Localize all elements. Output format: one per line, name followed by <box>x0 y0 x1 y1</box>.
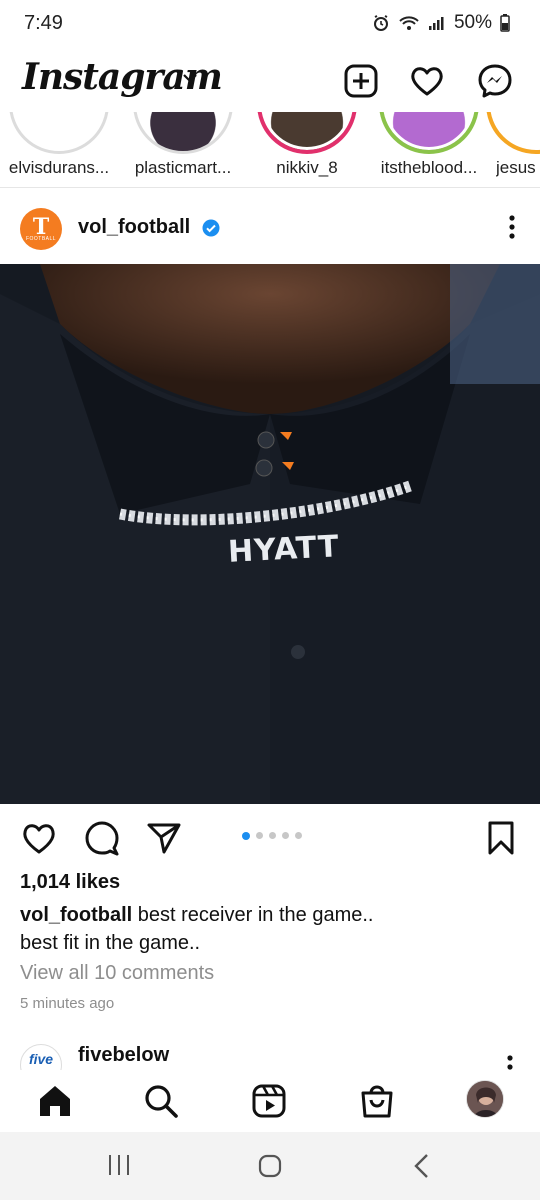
carousel-dot <box>256 832 263 839</box>
story-label: plasticmart... <box>134 158 232 177</box>
post-image[interactable]: HYATT <box>0 264 540 804</box>
search-icon[interactable] <box>142 1082 180 1120</box>
view-comments-link[interactable]: View all 10 comments <box>20 962 214 985</box>
carousel-dot <box>295 832 302 839</box>
story-avatar <box>133 112 233 154</box>
story-label: elvisdurans... <box>8 158 110 177</box>
post-avatar[interactable]: T FOOTBALL <box>20 208 62 250</box>
story-avatar <box>257 112 357 154</box>
add-post-icon[interactable] <box>342 62 380 100</box>
heart-icon[interactable] <box>408 62 446 100</box>
verified-badge-icon <box>202 219 220 237</box>
battery-percent: 50% <box>453 12 492 33</box>
home-icon[interactable] <box>36 1082 74 1120</box>
alarm-icon <box>373 15 388 31</box>
app-header: Instagram <box>0 52 540 112</box>
home-button-icon[interactable] <box>256 1152 284 1180</box>
shop-icon[interactable] <box>358 1082 396 1120</box>
comment-icon[interactable] <box>84 820 120 856</box>
profile-avatar[interactable] <box>466 1080 504 1118</box>
status-icons: 50% <box>372 12 510 34</box>
carousel-dot <box>282 832 289 839</box>
next-post-header: five fivebelow <box>0 1040 540 1070</box>
post-timestamp: 5 minutes ago <box>20 995 115 1012</box>
story-avatar <box>9 112 109 154</box>
bottom-navigation <box>0 1070 540 1132</box>
next-post-username[interactable]: fivebelow <box>78 1044 169 1067</box>
messenger-icon[interactable] <box>476 62 514 100</box>
like-heart-icon[interactable] <box>20 820 58 856</box>
story-avatar <box>486 112 540 154</box>
story-label: jesus <box>496 158 536 177</box>
post-caption: vol_football best receiver in the game..… <box>20 901 520 957</box>
post-actions <box>0 818 540 858</box>
story-label: nikkiv_8 <box>276 158 338 177</box>
stories-tray: elvisdurans... plasticmart... nikkiv_8 i… <box>0 112 540 188</box>
save-bookmark-icon[interactable] <box>486 820 516 856</box>
next-post-avatar[interactable]: five <box>20 1044 62 1070</box>
battery-icon <box>500 14 510 32</box>
more-options-icon[interactable] <box>508 214 516 240</box>
caption-line-2: best fit in the game.. <box>20 932 201 954</box>
back-icon[interactable] <box>410 1152 434 1180</box>
status-time: 7:49 <box>24 12 63 34</box>
caption-username[interactable]: vol_football <box>20 904 132 926</box>
post-username[interactable]: vol_football <box>78 216 190 239</box>
story-label: itstheblood... <box>380 158 478 177</box>
more-options-icon[interactable] <box>506 1054 514 1070</box>
share-icon[interactable] <box>146 820 182 856</box>
story-avatar <box>379 112 479 154</box>
system-navigation-bar <box>0 1132 540 1200</box>
likes-count[interactable]: 1,014 likes <box>20 871 120 894</box>
signal-icon <box>428 17 444 30</box>
wifi-icon <box>399 16 419 30</box>
next-avatar-text: five <box>28 1051 54 1067</box>
recent-apps-icon[interactable] <box>106 1152 132 1178</box>
post-header: T FOOTBALL vol_football <box>0 204 540 254</box>
avatar-subtext: FOOTBALL <box>25 236 57 242</box>
chevron-down-icon[interactable] <box>182 72 198 84</box>
reels-icon[interactable] <box>250 1082 288 1120</box>
pendant-text: HYATT <box>227 529 341 570</box>
carousel-indicator <box>242 832 302 840</box>
profile-photo <box>467 1081 503 1117</box>
carousel-dot <box>269 832 276 839</box>
caption-text: best receiver in the game.. <box>132 904 374 926</box>
avatar-letter: T <box>32 214 50 240</box>
carousel-dot <box>242 832 250 840</box>
status-bar: 7:49 50% <box>0 0 540 48</box>
